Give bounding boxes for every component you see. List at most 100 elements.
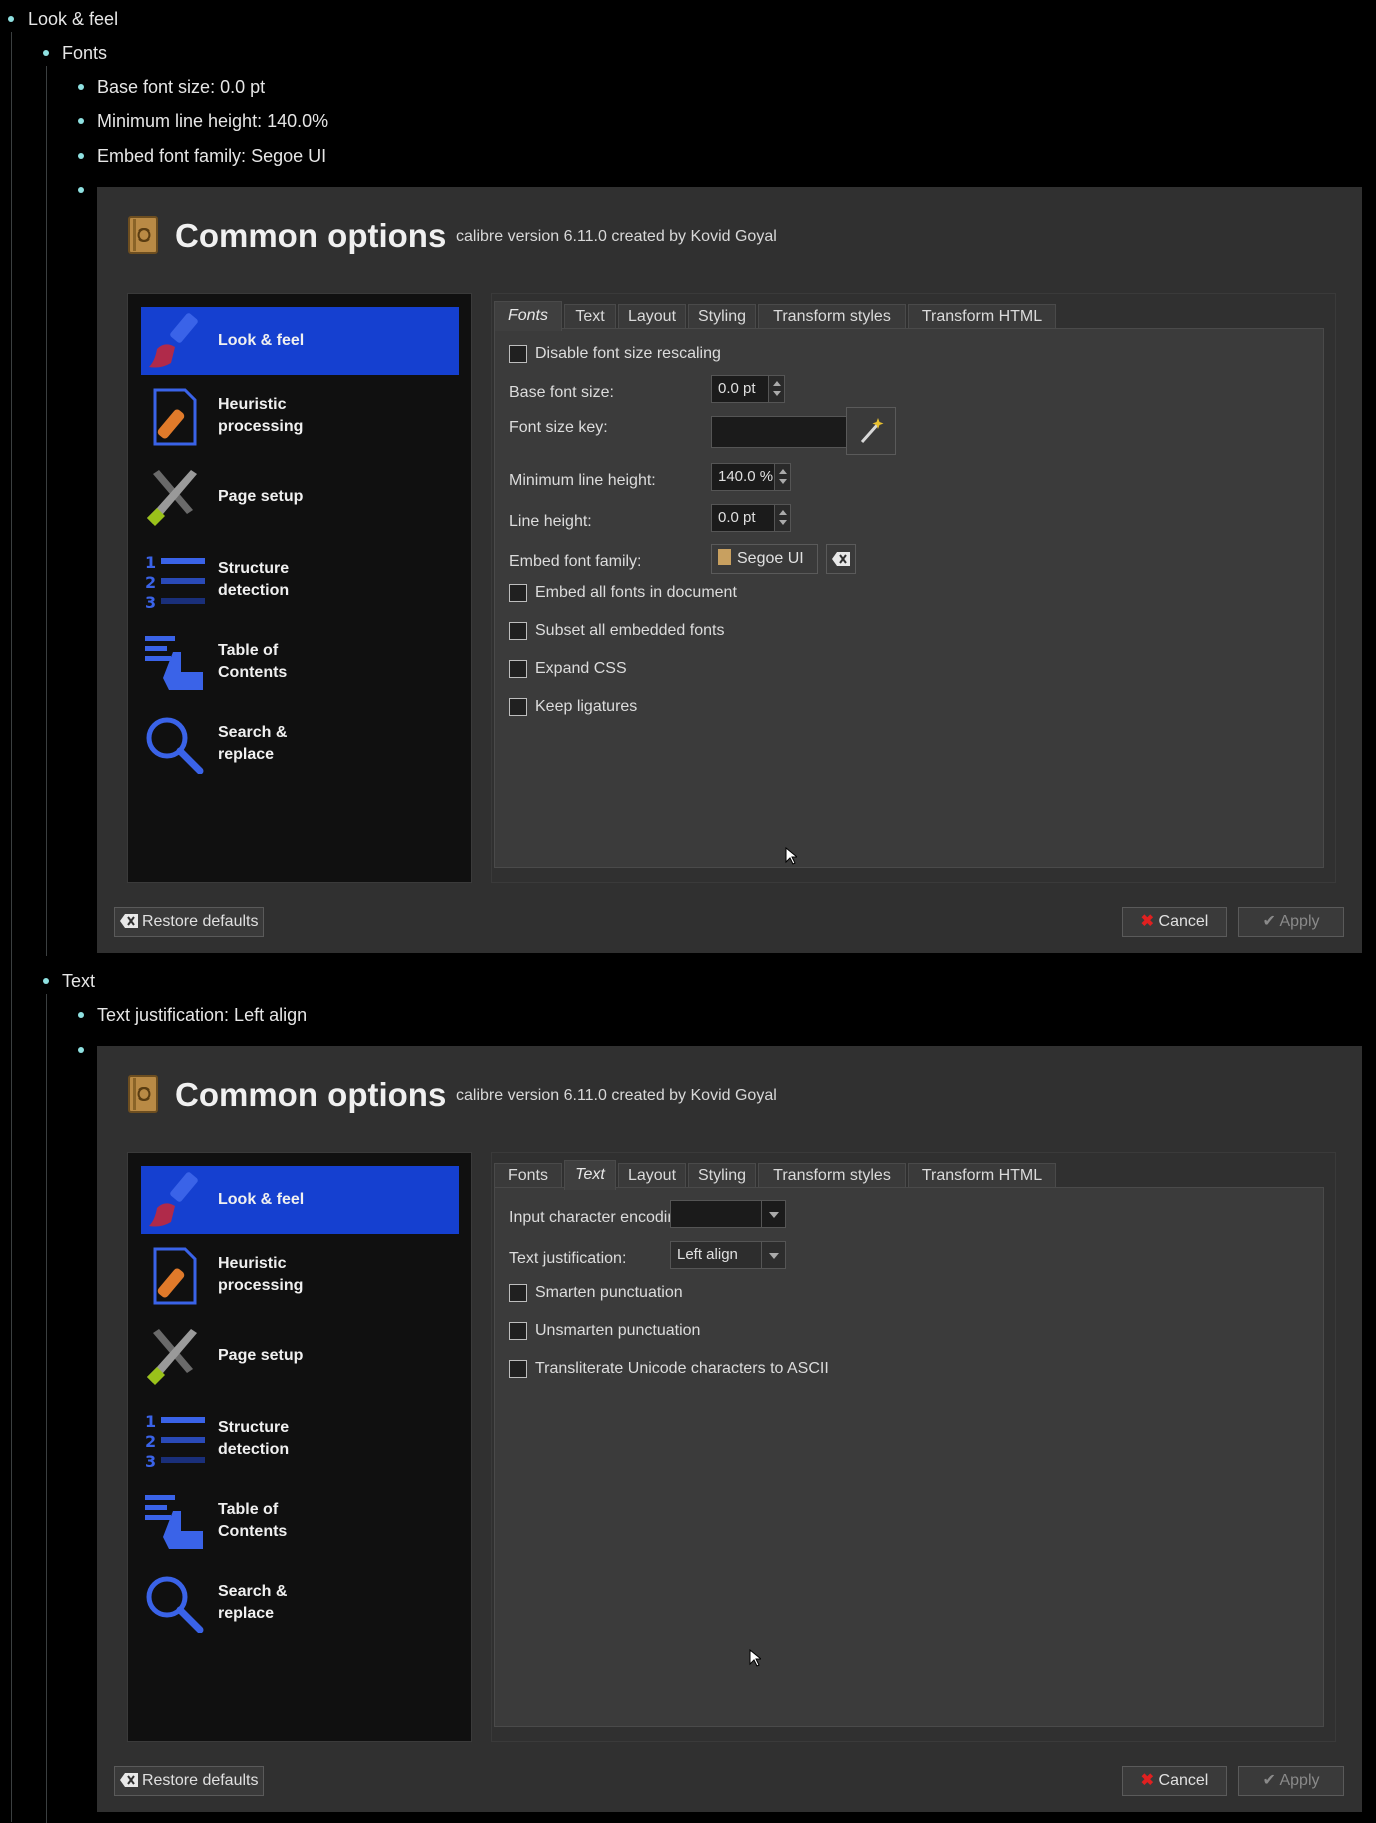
button-label: Cancel	[1158, 1772, 1209, 1789]
tab-text[interactable]: Text	[564, 304, 616, 330]
checkbox-label: Keep ligatures	[535, 698, 638, 715]
sidebar-item-toc[interactable]: Table of Contents	[141, 1487, 459, 1555]
magnifier-icon	[146, 717, 204, 774]
sidebar-item-label: Structure detection	[218, 560, 290, 599]
spin-arrows-icon[interactable]	[774, 464, 790, 490]
mouse-cursor-icon	[785, 847, 797, 865]
base-font-size-spinbox[interactable]: 0.0 pt	[711, 375, 785, 403]
document-bandage-icon	[153, 1247, 197, 1305]
bullet	[78, 1047, 84, 1053]
sidebar-item-search[interactable]: Search & replace	[141, 1569, 459, 1637]
tree-line	[11, 32, 12, 1822]
spinbox-value: 0.0 pt	[718, 380, 756, 397]
numbered-list-icon: 1 2 3	[145, 553, 205, 610]
options-tab-widget: Fonts Text Layout Styling Transform styl…	[491, 1152, 1336, 1742]
base-font-size-label: Base font size:	[509, 384, 614, 401]
category-sidebar: Look & feel Heuristic processing Page se…	[127, 293, 472, 883]
apply-button[interactable]: ✔ Apply	[1238, 907, 1344, 937]
calibre-book-icon	[128, 1075, 158, 1113]
bullet	[43, 50, 49, 56]
sidebar-item-page-setup[interactable]: Page setup	[141, 464, 459, 532]
outline-text: Text	[62, 971, 96, 991]
tab-transform-html[interactable]: Transform HTML	[908, 1163, 1056, 1189]
apply-button[interactable]: ✔ Apply	[1238, 1766, 1344, 1796]
sidebar-item-heuristic[interactable]: Heuristic processing	[141, 382, 459, 450]
tab-fonts[interactable]: Fonts	[494, 301, 562, 331]
tab-transform-styles[interactable]: Transform styles	[758, 304, 906, 330]
sidebar-item-heuristic[interactable]: Heuristic processing	[141, 1241, 459, 1309]
chevron-down-icon[interactable]	[761, 1242, 785, 1268]
magic-wand-icon	[860, 418, 884, 443]
embed-all-fonts-checkbox[interactable]	[509, 584, 527, 602]
bullet	[78, 1012, 84, 1018]
input-encoding-label: Input character encoding:	[509, 1209, 690, 1226]
bullet	[8, 16, 14, 22]
sidebar-item-label: Look & feel	[218, 332, 305, 349]
min-line-height-spinbox[interactable]: 140.0 %	[711, 463, 791, 491]
subset-fonts-checkbox[interactable]	[509, 622, 527, 640]
embed-font-family-label: Embed font family:	[509, 553, 642, 570]
outline-min-line-height: Minimum line height: 140.0%	[97, 111, 329, 131]
sidebar-item-structure[interactable]: 1 2 3 Structure detection	[141, 1405, 459, 1473]
tab-layout[interactable]: Layout	[618, 304, 686, 330]
tab-text[interactable]: Text	[564, 1160, 616, 1190]
button-label: Segoe UI	[737, 550, 804, 567]
sidebar-item-structure[interactable]: 1 2 3 Structure detection	[141, 546, 459, 614]
text-justification-label: Text justification:	[509, 1250, 627, 1267]
sidebar-item-toc[interactable]: Table of Contents	[141, 628, 459, 696]
font-file-icon	[718, 549, 731, 565]
checkbox-label: Transliterate Unicode characters to ASCI…	[535, 1360, 829, 1377]
sidebar-item-label: Table of Contents	[218, 642, 288, 681]
cancel-button[interactable]: ✖ Cancel	[1122, 907, 1227, 937]
tab-fonts[interactable]: Fonts	[494, 1163, 562, 1189]
font-size-key-input[interactable]	[711, 416, 857, 448]
input-encoding-combo[interactable]	[670, 1200, 786, 1228]
bullet	[78, 118, 84, 124]
sidebar-item-look-feel[interactable]: Look & feel	[141, 307, 459, 375]
text-tab-panel: Input character encoding: Text justifica…	[494, 1187, 1324, 1727]
transliterate-checkbox[interactable]	[509, 1360, 527, 1378]
restore-defaults-button[interactable]: Restore defaults	[114, 907, 264, 937]
sidebar-item-page-setup[interactable]: Page setup	[141, 1323, 459, 1391]
disable-rescaling-checkbox[interactable]	[509, 345, 527, 363]
dialog-title: Common options	[175, 217, 447, 254]
smarten-punctuation-checkbox[interactable]	[509, 1284, 527, 1302]
embed-font-family-button[interactable]: Segoe UI	[711, 544, 818, 574]
restore-defaults-button[interactable]: Restore defaults	[114, 1766, 264, 1796]
text-justification-combo[interactable]: Left align	[670, 1241, 786, 1269]
tab-layout[interactable]: Layout	[618, 1163, 686, 1189]
options-tab-widget: Fonts Text Layout Styling Transform styl…	[491, 293, 1336, 883]
tab-styling[interactable]: Styling	[688, 304, 756, 330]
outline-fonts: Fonts	[62, 43, 108, 63]
chevron-down-icon[interactable]	[761, 1201, 785, 1227]
svg-text:2: 2	[145, 573, 156, 592]
keep-ligatures-checkbox[interactable]	[509, 698, 527, 716]
tab-styling[interactable]: Styling	[688, 1163, 756, 1189]
spin-arrows-icon[interactable]	[774, 505, 790, 531]
expand-css-checkbox[interactable]	[509, 660, 527, 678]
checkbox-label: Subset all embedded fonts	[535, 622, 725, 639]
document-bandage-icon	[153, 388, 197, 446]
line-height-spinbox[interactable]: 0.0 pt	[711, 504, 791, 532]
tools-icon	[147, 470, 197, 526]
sidebar-item-search[interactable]: Search & replace	[141, 710, 459, 778]
numbered-list-icon: 1 2 3	[145, 1412, 205, 1469]
tab-transform-html[interactable]: Transform HTML	[908, 304, 1056, 330]
spin-arrows-icon[interactable]	[768, 376, 784, 402]
cancel-button[interactable]: ✖ Cancel	[1122, 1766, 1227, 1796]
common-options-dialog-fonts: Common options calibre version 6.11.0 cr…	[97, 187, 1362, 953]
svg-text:1: 1	[145, 1412, 156, 1431]
font-size-key-wizard-button[interactable]	[846, 407, 896, 455]
sidebar-item-look-feel[interactable]: Look & feel	[141, 1166, 459, 1234]
svg-text:3: 3	[145, 593, 156, 610]
sidebar-item-label: Heuristic processing	[218, 396, 304, 435]
clear-x-icon	[119, 1773, 138, 1787]
font-size-key-label: Font size key:	[509, 419, 608, 436]
checkbox-label: Unsmarten punctuation	[535, 1322, 701, 1339]
tab-transform-styles[interactable]: Transform styles	[758, 1163, 906, 1189]
category-sidebar: Look & feel Heuristic processing Page se…	[127, 1152, 472, 1742]
unsmarten-punctuation-checkbox[interactable]	[509, 1322, 527, 1340]
dialog-title: Common options	[175, 1076, 447, 1113]
checkbox-label: Expand CSS	[535, 660, 627, 677]
clear-font-family-button[interactable]	[826, 544, 856, 574]
